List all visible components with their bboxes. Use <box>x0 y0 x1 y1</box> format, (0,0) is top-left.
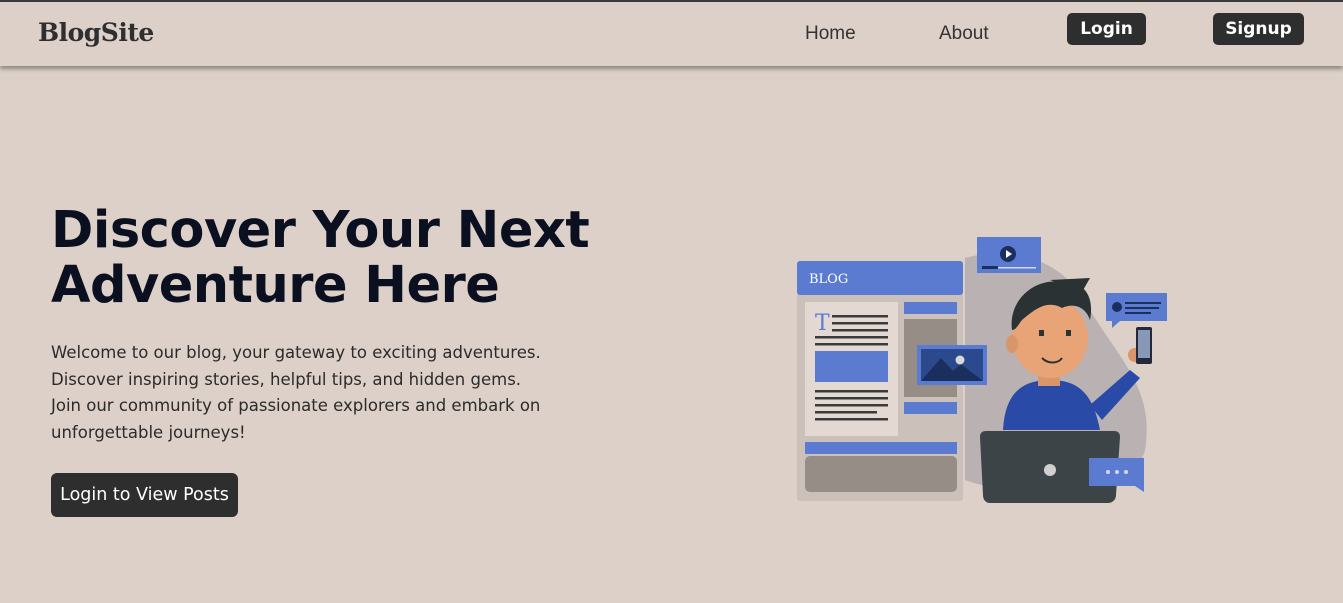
top-navbar: BlogSite Home About Login Signup <box>0 0 1343 66</box>
login-to-view-posts-button[interactable]: Login to View Posts <box>51 473 238 517</box>
signup-button[interactable]: Signup <box>1213 13 1304 45</box>
hero-title-line-2: Adventure Here <box>51 256 500 315</box>
text-format-icon: T <box>815 311 830 336</box>
hero-title: Discover Your Next Adventure Here <box>51 203 651 313</box>
hero-title-line-1: Discover Your Next <box>51 201 590 260</box>
sidebar-bar-bottom <box>904 402 957 414</box>
site-logo[interactable]: BlogSite <box>38 18 154 47</box>
blog-hero-illustration: BLOG T <box>797 237 1167 503</box>
login-button[interactable]: Login <box>1067 13 1146 45</box>
nav-home-link[interactable]: Home <box>805 23 856 45</box>
sidebar-bar-top <box>904 302 957 314</box>
laptop-logo <box>1044 464 1056 476</box>
blog-window-title: BLOG <box>809 272 848 287</box>
nav-about-link[interactable]: About <box>939 23 989 45</box>
blog-footer-bar <box>805 442 957 454</box>
sun-icon <box>955 355 965 365</box>
blog-footer-panel <box>805 456 957 492</box>
hero-description: Welcome to our blog, your gateway to exc… <box>51 343 541 443</box>
article-highlight-block <box>815 351 888 382</box>
